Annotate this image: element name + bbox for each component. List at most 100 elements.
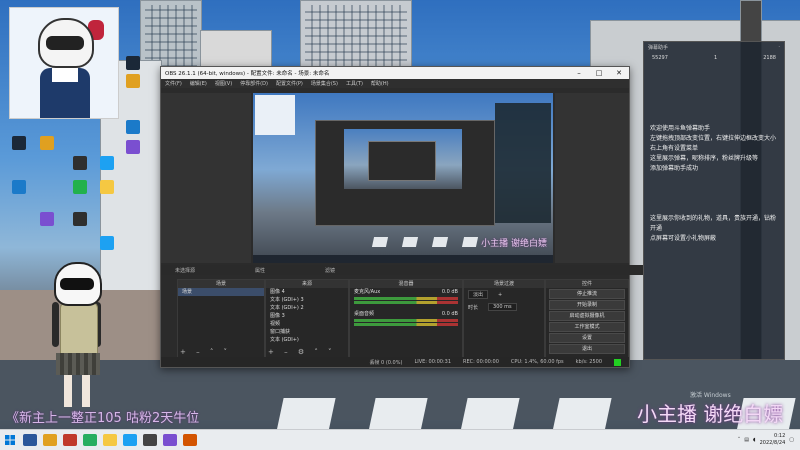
tray-chevron-icon[interactable]: ˄ <box>738 437 741 443</box>
stat-fans: 2188 <box>763 55 776 61</box>
minimize-icon[interactable]: – <box>569 69 589 77</box>
no-source-label: 未选择源 <box>175 267 196 274</box>
source-item[interactable]: 窗口捕获 <box>266 328 348 336</box>
mixer-track: 麦克风/Aux 0.0 dB <box>350 288 462 296</box>
obs-window[interactable]: OBS 26.1.1 (64-bit, windows) - 配置文件: 未命名… <box>160 66 643 368</box>
cpu-usage: CPU: 1.4%, 60.00 fps <box>510 359 564 365</box>
chat-header[interactable]: 弹幕助手 · <box>644 42 784 52</box>
desktop-icon[interactable] <box>126 74 140 88</box>
desktop-icon[interactable] <box>12 136 26 150</box>
transition-select[interactable]: 淡出 <box>468 290 489 299</box>
transitions-dock-title: 场景过渡 <box>464 280 544 288</box>
sources-dock-title: 来源 <box>266 280 348 288</box>
desktop-icon[interactable] <box>73 156 87 170</box>
chat-message: 右上角有设置菜单 <box>650 145 699 152</box>
settings-button[interactable]: 设置 <box>549 333 625 343</box>
desktop-icon[interactable] <box>126 56 140 70</box>
taskbar-app-icon[interactable] <box>143 434 157 446</box>
obs-titlebar[interactable]: OBS 26.1.1 (64-bit, windows) - 配置文件: 未命名… <box>161 67 629 79</box>
mixer-dock-title: 混音器 <box>350 280 462 288</box>
maximize-icon[interactable]: □ <box>589 69 609 77</box>
source-item[interactable]: 图像 3 <box>266 312 348 320</box>
taskbar-apps <box>20 434 200 446</box>
properties-button[interactable]: 属性 <box>255 267 265 274</box>
menu-view[interactable]: 视图(V) <box>215 80 232 87</box>
source-item[interactable]: 视频 <box>266 320 348 328</box>
obs-title: OBS 26.1.1 (64-bit, windows) - 配置文件: 未命名… <box>165 71 330 77</box>
transition-duration-row: 时长 300 ms <box>464 301 544 313</box>
chat-message: 添加弹幕助手成功 <box>650 165 699 172</box>
start-button[interactable] <box>0 430 20 450</box>
menu-docks[interactable]: 停靠部件(D) <box>240 80 268 87</box>
exit-button[interactable]: 退出 <box>549 344 625 354</box>
preview-crosswalk <box>401 237 419 247</box>
source-item[interactable]: 图像 4 <box>266 288 348 296</box>
start-recording-button[interactable]: 开始录制 <box>549 300 625 310</box>
scene-item[interactable]: 场景 <box>178 288 264 296</box>
studio-mode-button[interactable]: 工作室模式 <box>549 322 625 332</box>
source-item[interactable]: 文本 (GDI+) <box>266 336 348 344</box>
scrolling-ticker-text: 《新主上一整正105 咕粉2天牛位 <box>6 411 200 426</box>
desktop-icon[interactable] <box>40 212 54 226</box>
menu-edit[interactable]: 编辑(E) <box>190 80 207 87</box>
network-icon[interactable]: ▤ <box>744 437 749 443</box>
source-item[interactable]: 文本 (GDI+) 2 <box>266 304 348 312</box>
taskbar-app-icon[interactable] <box>123 434 137 446</box>
menu-profile[interactable]: 配置文件(P) <box>276 80 303 87</box>
character-avatar <box>42 258 114 413</box>
stat-heat: 55297 <box>652 55 668 61</box>
close-icon[interactable]: ✕ <box>609 69 629 77</box>
sources-dock: 来源 图像 4 文本 (GDI+) 3 文本 (GDI+) 2 图像 3 视频 … <box>265 279 349 359</box>
duration-input[interactable]: 300 ms <box>488 303 517 311</box>
danmaku-chat-panel[interactable]: 弹幕助手 · 55297 1 2188 欢迎使用斗鱼弹幕助手 左键拖拽顶部改变位… <box>643 41 785 360</box>
volume-slider[interactable] <box>354 323 458 326</box>
crosswalk-stripe <box>368 398 428 432</box>
taskbar-app-icon[interactable] <box>43 434 57 446</box>
menu-file[interactable]: 文件(F) <box>165 80 182 87</box>
taskbar-app-icon[interactable] <box>103 434 117 446</box>
desktop-icon[interactable] <box>12 180 26 194</box>
menu-help[interactable]: 帮助(H) <box>371 80 389 87</box>
taskbar-app-icon[interactable] <box>163 434 177 446</box>
add-transition-icon[interactable]: + <box>498 292 502 298</box>
controls-dock-title: 控件 <box>546 280 628 288</box>
clock[interactable]: 0:12 2022/8/24 <box>760 433 786 447</box>
stop-streaming-button[interactable]: 停止推流 <box>549 289 625 299</box>
desktop-icon[interactable] <box>100 156 114 170</box>
desktop-icon[interactable] <box>73 212 87 226</box>
desktop-icon[interactable] <box>126 120 140 134</box>
obs-preview[interactable]: 小主播 谢绝白嫖 <box>253 93 553 263</box>
chat-menu-icon[interactable]: · <box>778 44 780 50</box>
menu-tools[interactable]: 工具(T) <box>346 80 363 87</box>
chat-title: 弹幕助手 <box>648 44 669 51</box>
desktop-icon[interactable] <box>126 140 140 154</box>
taskbar-app-icon[interactable] <box>63 434 77 446</box>
scenes-dock: 场景 场景 + – ˄ ˅ <box>177 279 265 359</box>
preview-margin-right <box>555 93 629 263</box>
notification-icon[interactable]: ▢ <box>789 437 794 443</box>
preview-taskbar <box>253 255 553 263</box>
desktop-icon[interactable] <box>73 180 87 194</box>
taskbar-app-icon[interactable] <box>83 434 97 446</box>
desktop-icon[interactable] <box>100 180 114 194</box>
source-item[interactable]: 文本 (GDI+) 3 <box>266 296 348 304</box>
volume-icon[interactable]: ◖ <box>753 437 756 443</box>
filters-button[interactable]: 滤镜 <box>325 267 335 274</box>
desktop-icon[interactable] <box>40 136 54 150</box>
scenes-dock-buttons[interactable]: + – ˄ ˅ <box>180 348 231 356</box>
live-timer: LIVE: 00:00:31 <box>414 359 452 365</box>
audio-meter <box>354 297 458 300</box>
character-vest <box>60 302 98 358</box>
clock-time: 0:12 <box>774 433 786 439</box>
volume-slider[interactable] <box>354 301 458 304</box>
menu-scene-collection[interactable]: 场景集合(S) <box>311 80 338 87</box>
mixer-dock: 混音器 麦克风/Aux 0.0 dB 桌面音频 0.0 dB <box>349 279 463 359</box>
virtual-camera-button[interactable]: 启动虚拟摄像机 <box>549 311 625 321</box>
preview-watermark: 小主播 谢绝白嫖 <box>481 239 547 249</box>
nested-obs-window-2 <box>368 141 436 181</box>
taskbar-app-icon[interactable] <box>23 434 37 446</box>
taskbar-app-icon[interactable] <box>183 434 197 446</box>
sources-dock-buttons[interactable]: + – ⚙ ˄ ˅ <box>268 348 336 356</box>
desktop-icon[interactable] <box>100 236 114 250</box>
source-toolbar: 未选择源 属性 滤镜 <box>161 265 643 275</box>
